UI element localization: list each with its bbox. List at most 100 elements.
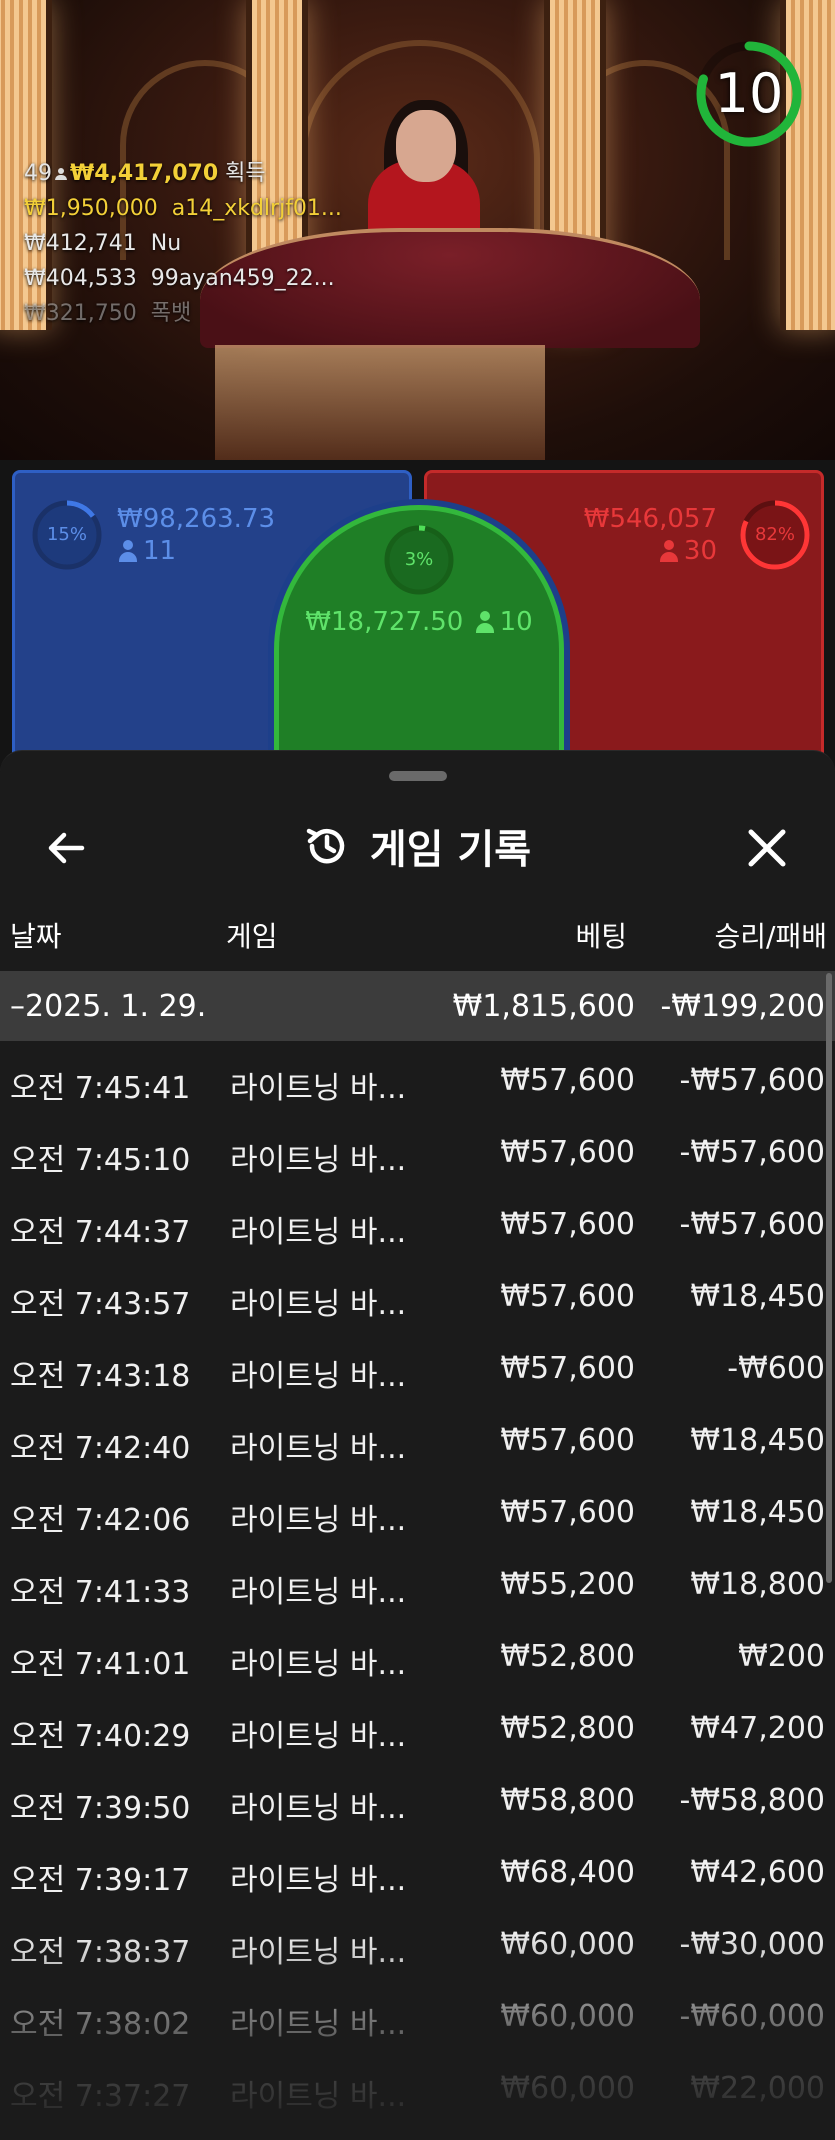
close-button[interactable] <box>740 821 794 875</box>
countdown-timer: 10 <box>694 34 804 154</box>
close-icon <box>748 829 786 867</box>
sheet-header: 게임 기록 <box>0 801 835 891</box>
sheet-title: 게임 기록 <box>369 827 532 873</box>
history-row[interactable]: 오전 7:37:27 라이트닝 바... ₩60,000 ₩22,000 <box>0 2049 835 2121</box>
table-base <box>215 345 545 460</box>
row-game: 라이트닝 바... <box>230 1287 407 1322</box>
history-column-headers: 날짜 게임 베팅 승리/패배 <box>0 901 835 961</box>
row-bet: ₩58,800 <box>500 1783 635 1818</box>
row-time: 오전 7:42:06 <box>10 1503 191 1538</box>
row-time: 오전 7:39:17 <box>10 1863 191 1898</box>
winner-amount: ₩321,750 <box>24 301 137 326</box>
winner-amount: ₩1,950,000 <box>24 196 158 221</box>
game-history-sheet: 게임 기록 날짜 게임 베팅 승리/패배 –2025. 1. 29. ₩1,81… <box>0 750 835 2140</box>
winners-list: 49 ₩4,417,070 획득 ₩1,950,000 a14_xkdlrjf01… <box>24 156 342 331</box>
winner-amount: ₩412,741 <box>24 231 137 256</box>
history-row[interactable]: 오전 7:40:29 라이트닝 바... ₩52,800 ₩47,200 <box>0 1689 835 1761</box>
title-group: 게임 기록 <box>0 801 835 891</box>
row-game: 라이트닝 바... <box>230 1719 407 1754</box>
day-label: –2025. 1. 29. <box>10 989 207 1024</box>
tie-percent-ring: 3% <box>383 524 455 596</box>
row-bet: ₩57,600 <box>500 1351 635 1386</box>
player-count-value: 11 <box>143 536 177 566</box>
winner-name: 폭뱃 <box>150 301 192 326</box>
row-game: 라이트닝 바... <box>230 1647 407 1682</box>
row-time: 오전 7:45:10 <box>10 1143 191 1178</box>
banker-percent: 82% <box>754 524 795 545</box>
row-bet: ₩60,000 <box>500 1927 635 1962</box>
row-time: 오전 7:40:29 <box>10 1719 191 1754</box>
row-game: 라이트닝 바... <box>230 1863 407 1898</box>
row-game: 라이트닝 바... <box>230 1575 407 1610</box>
history-day-summary[interactable]: –2025. 1. 29. ₩1,815,600 -₩199,200 <box>0 971 835 1041</box>
row-bet: ₩60,000 <box>500 2071 635 2106</box>
history-row[interactable]: 오전 7:39:17 라이트닝 바... ₩68,400 ₩42,600 <box>0 1833 835 1905</box>
row-game: 라이트닝 바... <box>230 1359 407 1394</box>
sheet-drag-handle[interactable] <box>389 771 447 781</box>
row-bet: ₩57,600 <box>500 1279 635 1314</box>
arrow-left-icon <box>48 832 85 864</box>
row-game: 라이트닝 바... <box>230 2079 407 2114</box>
winner-name: 99ayan459_22... <box>150 266 335 291</box>
row-result: -₩57,600 <box>679 1207 825 1242</box>
history-row[interactable]: 오전 7:45:41 라이트닝 바... ₩57,600 -₩57,600 <box>0 1041 835 1113</box>
person-icon <box>659 540 678 562</box>
player-percent-ring: 15% <box>31 499 103 571</box>
back-button[interactable] <box>40 821 94 875</box>
history-row[interactable]: 오전 7:41:33 라이트닝 바... ₩55,200 ₩18,800 <box>0 1545 835 1617</box>
history-row[interactable]: 오전 7:41:01 라이트닝 바... ₩52,800 ₩200 <box>0 1617 835 1689</box>
tie-amount-value: ₩18,727.50 <box>305 607 464 637</box>
row-result: -₩600 <box>727 1351 825 1386</box>
countdown-number: 10 <box>714 62 784 125</box>
history-row[interactable]: 오전 7:42:06 라이트닝 바... ₩57,600 ₩18,450 <box>0 1473 835 1545</box>
row-time: 오전 7:42:40 <box>10 1431 191 1466</box>
day-total-bet: ₩1,815,600 <box>452 989 635 1024</box>
row-time: 오전 7:45:41 <box>10 1071 191 1106</box>
history-row[interactable]: 오전 7:38:37 라이트닝 바... ₩60,000 -₩30,000 <box>0 1905 835 1977</box>
row-time: 오전 7:44:37 <box>10 1215 191 1250</box>
history-scrollbar[interactable] <box>826 973 832 1583</box>
row-time: 오전 7:41:01 <box>10 1647 191 1682</box>
history-row[interactable]: 오전 7:45:10 라이트닝 바... ₩57,600 -₩57,600 <box>0 1113 835 1185</box>
history-rows: 오전 7:45:41 라이트닝 바... ₩57,600 -₩57,600 오전 7:… <box>0 1041 835 2121</box>
tie-percent: 3% <box>404 549 434 570</box>
row-bet: ₩57,600 <box>500 1135 635 1170</box>
row-game: 라이트닝 바... <box>230 1143 407 1178</box>
row-result: -₩60,000 <box>679 1999 825 2034</box>
history-row[interactable]: 오전 7:44:37 라이트닝 바... ₩57,600 -₩57,600 <box>0 1185 835 1257</box>
day-total-result: -₩199,200 <box>660 989 825 1024</box>
player-bettor-count: 11 <box>119 535 176 567</box>
col-bet: 베팅 <box>575 920 627 953</box>
winner-row: ₩404,533 99ayan459_22... <box>24 261 342 296</box>
winners-suffix: 획득 <box>225 161 266 186</box>
row-result: ₩18,450 <box>690 1423 825 1458</box>
row-time: 오전 7:38:37 <box>10 1935 191 1970</box>
winner-amount: ₩404,533 <box>24 266 137 291</box>
winners-count: 49 <box>24 161 52 186</box>
tie-count-value: 10 <box>499 607 533 637</box>
row-time: 오전 7:37:27 <box>10 2079 191 2114</box>
history-row[interactable]: 오전 7:43:57 라이트닝 바... ₩57,600 ₩18,450 <box>0 1257 835 1329</box>
row-result: -₩58,800 <box>679 1783 825 1818</box>
row-bet: ₩57,600 <box>500 1495 635 1530</box>
history-row[interactable]: 오전 7:42:40 라이트닝 바... ₩57,600 ₩18,450 <box>0 1401 835 1473</box>
winner-name: a14_xkdlrjf01... <box>171 196 342 221</box>
row-game: 라이트닝 바... <box>230 1935 407 1970</box>
banker-count-value: 30 <box>683 536 717 566</box>
dealer-face <box>396 110 456 182</box>
history-clock-icon <box>306 828 345 864</box>
row-result: ₩18,800 <box>690 1567 825 1602</box>
person-icon <box>55 168 67 180</box>
history-row[interactable]: 오전 7:43:18 라이트닝 바... ₩57,600 -₩600 <box>0 1329 835 1401</box>
row-time: 오전 7:41:33 <box>10 1575 191 1610</box>
row-bet: ₩57,600 <box>500 1423 635 1458</box>
row-result: -₩57,600 <box>679 1063 825 1098</box>
history-row[interactable]: 오전 7:39:50 라이트닝 바... ₩58,800 -₩58,800 <box>0 1761 835 1833</box>
row-result: ₩22,000 <box>690 2071 825 2106</box>
row-result: ₩47,200 <box>690 1711 825 1746</box>
player-bet-amount: ₩98,263.73 <box>117 504 276 534</box>
winner-row: ₩412,741 Nu <box>24 226 342 261</box>
col-result: 승리/패배 <box>714 920 827 953</box>
winner-row: ₩1,950,000 a14_xkdlrjf01... <box>24 191 342 226</box>
history-row[interactable]: 오전 7:38:02 라이트닝 바... ₩60,000 -₩60,000 <box>0 1977 835 2049</box>
